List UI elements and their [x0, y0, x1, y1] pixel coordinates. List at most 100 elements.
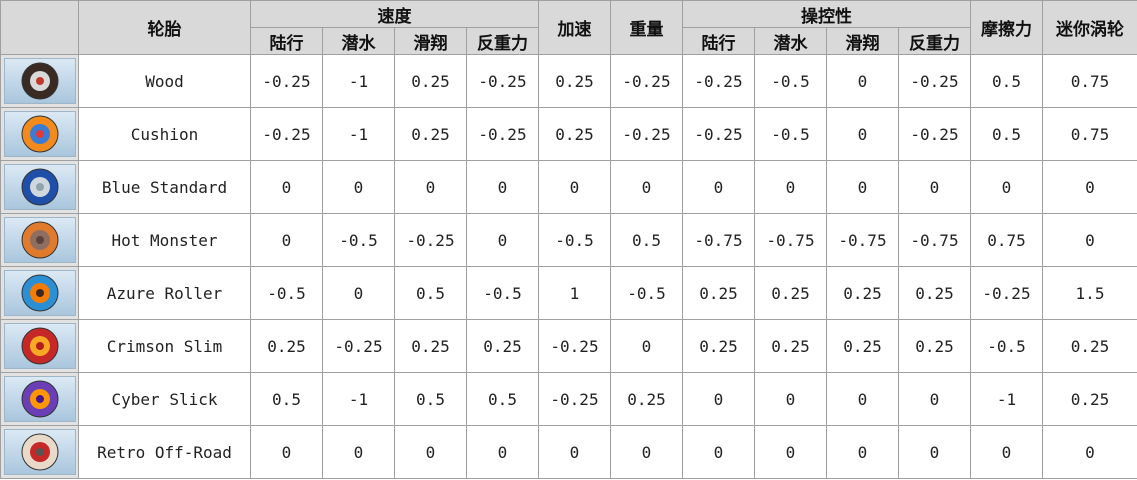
- stat-acceleration: 0: [538, 160, 611, 214]
- header-handling-water: 潜水: [754, 27, 827, 55]
- stat-speed-ground: -0.25: [250, 54, 323, 108]
- tire-name: Blue Standard: [78, 160, 251, 214]
- stat-handling-antigravity: -0.25: [898, 107, 971, 161]
- stat-handling-ground: -0.75: [682, 213, 755, 267]
- stat-traction: 0.5: [970, 107, 1043, 161]
- stat-mini-turbo: 1.5: [1042, 266, 1137, 320]
- azure-roller-tire-icon: [3, 270, 76, 316]
- table-row: Blue Standard 0 0 0 0 0 0 0 0 0 0 0 0: [0, 160, 1137, 214]
- header-speed-water: 潜水: [322, 27, 395, 55]
- stat-speed-air: 0.25: [394, 54, 467, 108]
- tire-name: Azure Roller: [78, 266, 251, 320]
- stat-handling-ground: -0.25: [682, 107, 755, 161]
- crimson-slim-tire-icon: [3, 323, 76, 369]
- stat-speed-water: 0: [322, 425, 395, 479]
- stat-weight: 0.5: [610, 213, 683, 267]
- tire-name: Cushion: [78, 107, 251, 161]
- tire-icon-cell: [0, 425, 79, 479]
- tire-name: Wood: [78, 54, 251, 108]
- stat-speed-air: 0.25: [394, 319, 467, 373]
- stat-mini-turbo: 0.75: [1042, 54, 1137, 108]
- stat-speed-antigravity: -0.5: [466, 266, 539, 320]
- stat-traction: 0.75: [970, 213, 1043, 267]
- stat-handling-antigravity: -0.75: [898, 213, 971, 267]
- header-handling: 操控性: [682, 0, 971, 28]
- stat-speed-antigravity: 0: [466, 213, 539, 267]
- stat-speed-air: -0.25: [394, 213, 467, 267]
- stat-handling-ground: -0.25: [682, 54, 755, 108]
- stat-speed-water: -0.5: [322, 213, 395, 267]
- stat-speed-ground: 0: [250, 425, 323, 479]
- stat-weight: 0: [610, 319, 683, 373]
- header-speed-air: 滑翔: [394, 27, 467, 55]
- stat-speed-antigravity: -0.25: [466, 107, 539, 161]
- stat-mini-turbo: 0: [1042, 213, 1137, 267]
- tire-name: Retro Off-Road: [78, 425, 251, 479]
- stat-handling-water: 0.25: [754, 266, 827, 320]
- tire-icon-cell: [0, 372, 79, 426]
- table-row: Wood -0.25 -1 0.25 -0.25 0.25 -0.25 -0.25 -0.5 0-…: [0, 54, 1137, 108]
- stat-handling-water: -0.75: [754, 213, 827, 267]
- stat-handling-water: 0: [754, 425, 827, 479]
- stat-handling-air: 0: [826, 107, 899, 161]
- stat-handling-air: 0.25: [826, 319, 899, 373]
- stat-speed-water: -1: [322, 107, 395, 161]
- hot-monster-tire-icon: [3, 217, 76, 263]
- stat-traction: 0: [970, 160, 1043, 214]
- header-row-group: 轮胎 速度 加速 重量 操控性 摩擦力 迷你涡轮: [0, 0, 1137, 55]
- tire-stats-table: 轮胎 速度 加速 重量 操控性 摩擦力 迷你涡轮 陆行 潜水 滑翔 反重力 陆行…: [0, 0, 1137, 479]
- stat-acceleration: -0.25: [538, 372, 611, 426]
- stat-handling-air: 0: [826, 160, 899, 214]
- header-tire: 轮胎: [78, 0, 251, 55]
- stat-speed-air: 0.5: [394, 372, 467, 426]
- stat-handling-water: 0: [754, 160, 827, 214]
- tire-name: Cyber Slick: [78, 372, 251, 426]
- stat-weight: 0.25: [610, 372, 683, 426]
- stat-speed-water: 0: [322, 266, 395, 320]
- tire-icon-cell: [0, 107, 79, 161]
- tire-icon-cell: [0, 266, 79, 320]
- stat-weight: -0.25: [610, 54, 683, 108]
- stat-speed-air: 0: [394, 160, 467, 214]
- stat-speed-water: 0: [322, 160, 395, 214]
- stat-speed-water: -1: [322, 54, 395, 108]
- stat-handling-air: 0: [826, 372, 899, 426]
- stat-speed-ground: 0.5: [250, 372, 323, 426]
- cyber-slick-tire-icon: [3, 376, 76, 422]
- stat-handling-antigravity: 0.25: [898, 319, 971, 373]
- stat-speed-ground: 0: [250, 213, 323, 267]
- header-acceleration: 加速: [538, 0, 611, 55]
- header-handling-ground: 陆行: [682, 27, 755, 55]
- tire-rows: Wood -0.25 -1 0.25 -0.25 0.25 -0.25 -0.25 -0.5 0-…: [0, 54, 1137, 479]
- stat-speed-ground: -0.5: [250, 266, 323, 320]
- tire-icon-cell: [0, 160, 79, 214]
- stat-speed-antigravity: 0: [466, 160, 539, 214]
- stat-speed-ground: 0.25: [250, 319, 323, 373]
- wood-tire-icon: [3, 58, 76, 104]
- stat-traction: 0: [970, 425, 1043, 479]
- tire-icon-cell: [0, 54, 79, 108]
- corner-header-cell: [0, 0, 79, 55]
- stat-handling-ground: 0.25: [682, 319, 755, 373]
- stat-handling-ground: 0: [682, 160, 755, 214]
- blue-standard-tire-icon: [3, 164, 76, 210]
- stat-speed-water: -1: [322, 372, 395, 426]
- stat-acceleration: -0.25: [538, 319, 611, 373]
- stat-speed-antigravity: 0.5: [466, 372, 539, 426]
- stat-handling-water: -0.5: [754, 107, 827, 161]
- stat-speed-air: 0: [394, 425, 467, 479]
- stat-handling-ground: 0: [682, 425, 755, 479]
- stat-weight: -0.25: [610, 107, 683, 161]
- stat-weight: -0.5: [610, 266, 683, 320]
- stat-speed-water: -0.25: [322, 319, 395, 373]
- table-row: Cushion -0.25 -1 0.25 -0.25 0.25 -0.25 -0.25 -0.…: [0, 107, 1137, 161]
- retro-off-road-tire-icon: [3, 429, 76, 475]
- stat-speed-ground: 0: [250, 160, 323, 214]
- stat-mini-turbo: 0: [1042, 425, 1137, 479]
- stat-speed-antigravity: 0: [466, 425, 539, 479]
- tire-name: Hot Monster: [78, 213, 251, 267]
- header-handling-antigravity: 反重力: [898, 27, 971, 55]
- stat-speed-antigravity: 0.25: [466, 319, 539, 373]
- header-traction: 摩擦力: [970, 0, 1043, 55]
- stat-handling-water: -0.5: [754, 54, 827, 108]
